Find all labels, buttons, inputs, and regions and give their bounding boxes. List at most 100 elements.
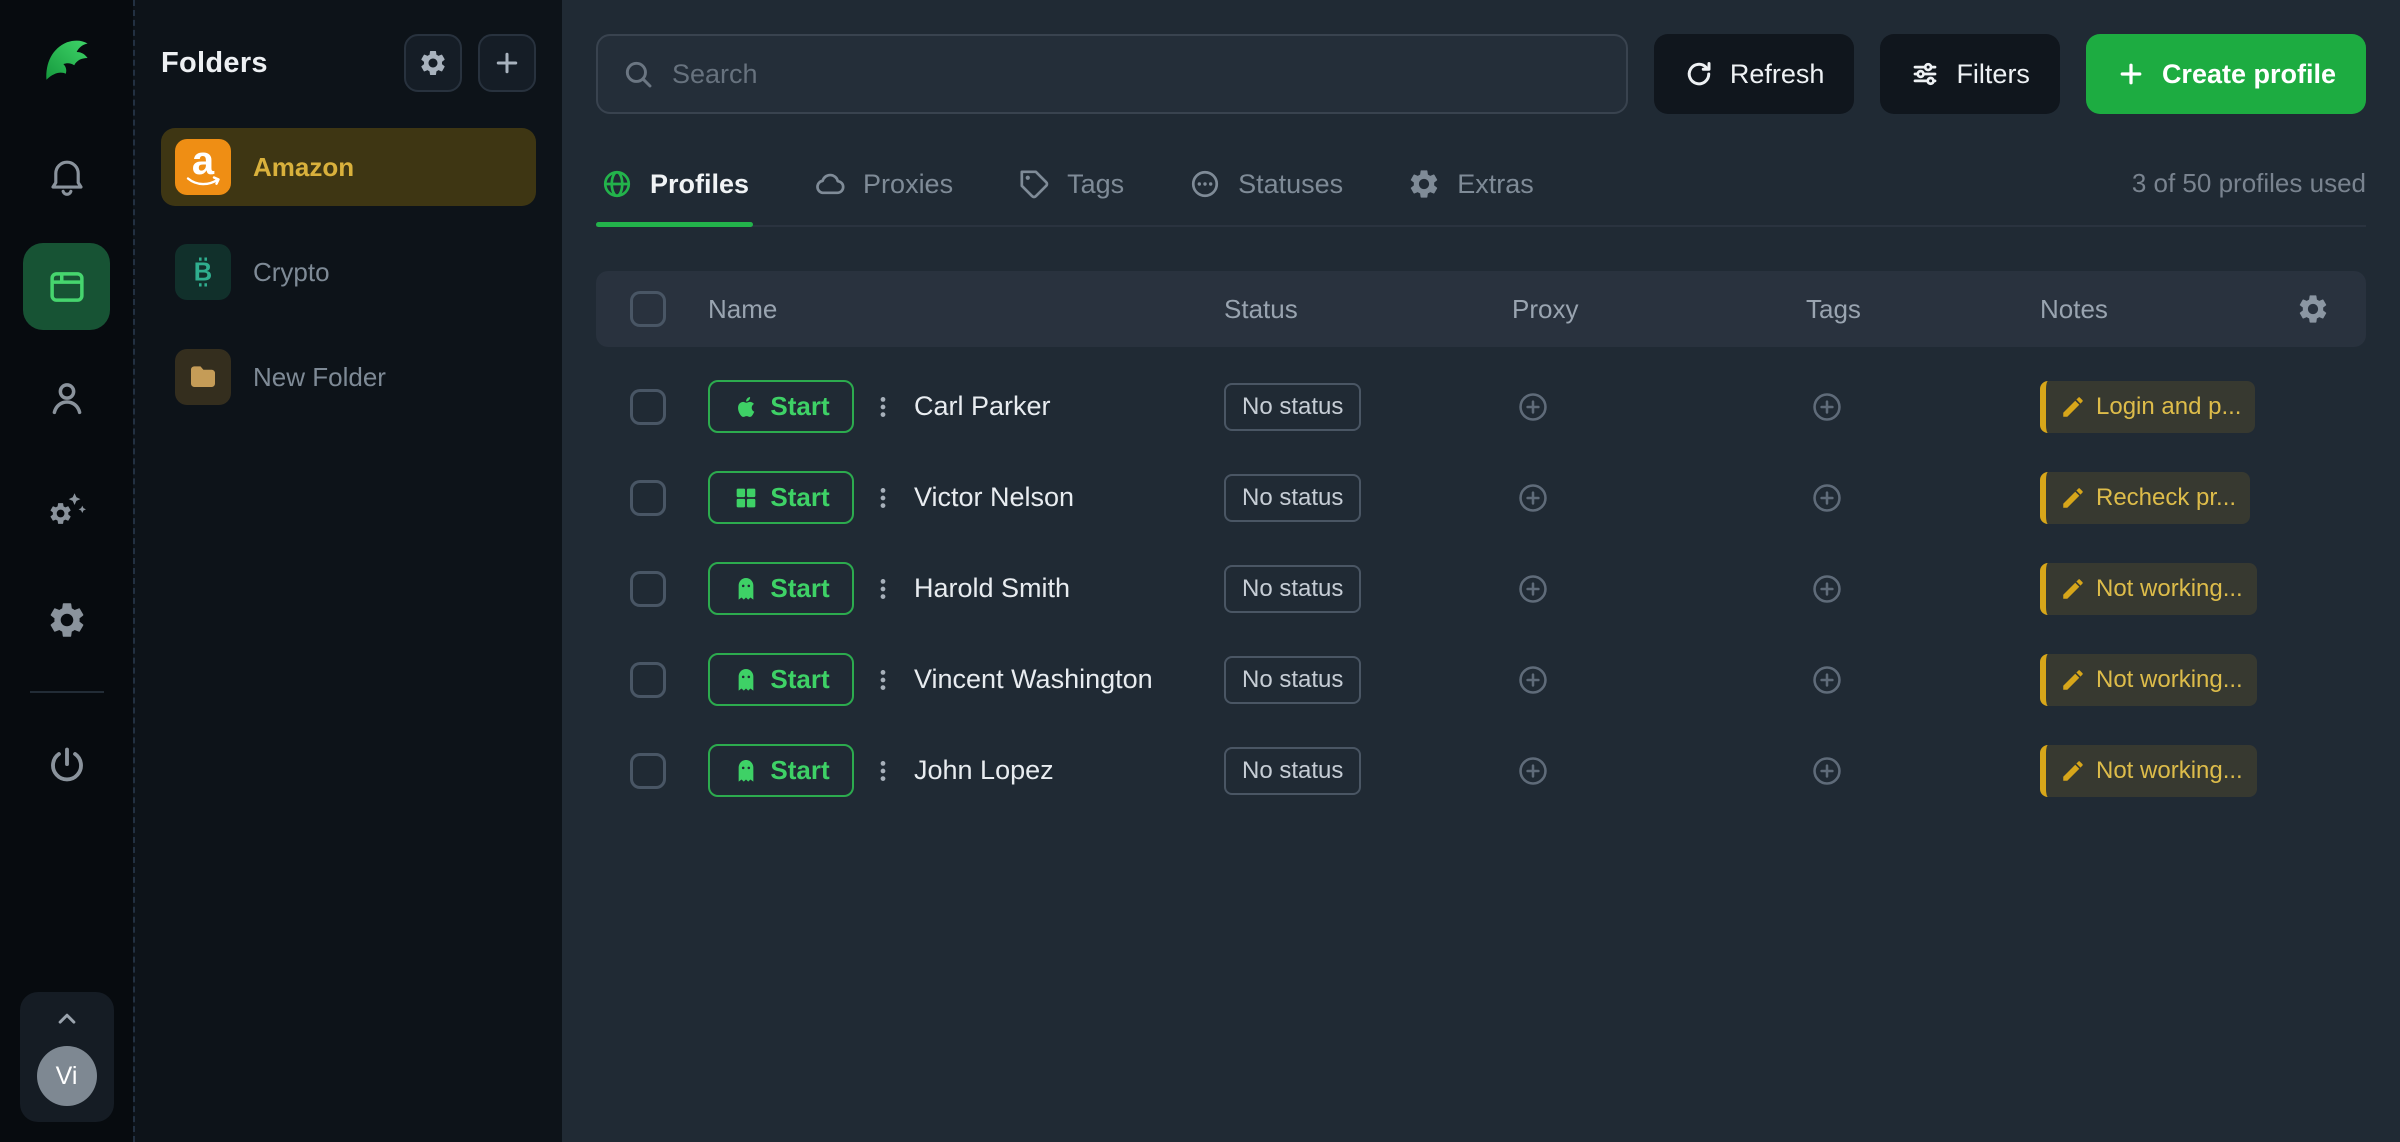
row-menu-button[interactable] <box>870 390 896 424</box>
row-checkbox[interactable] <box>630 389 666 425</box>
add-tag-button[interactable] <box>1810 481 1844 515</box>
tab[interactable]: Proxies <box>809 153 957 225</box>
settings-button[interactable] <box>23 576 110 663</box>
status-badge[interactable]: No status <box>1224 565 1361 613</box>
profile-name[interactable]: John Lopez <box>914 755 1054 786</box>
folder-item[interactable]: a B <box>161 128 536 206</box>
start-button[interactable]: Start <box>708 380 854 433</box>
tab-label: Profiles <box>650 169 749 200</box>
status-badge[interactable]: No status <box>1224 747 1361 795</box>
tab[interactable]: Extras <box>1403 153 1538 225</box>
tab[interactable]: Profiles <box>596 153 753 225</box>
plus-circle-icon <box>1516 663 1550 697</box>
amazon-icon: a <box>175 139 231 195</box>
add-proxy-button[interactable] <box>1516 663 1550 697</box>
select-all-checkbox[interactable] <box>630 291 666 327</box>
table-settings-button[interactable] <box>2296 292 2330 326</box>
start-label: Start <box>770 482 829 513</box>
profile-name[interactable]: Carl Parker <box>914 391 1051 422</box>
start-button[interactable]: Start <box>708 471 854 524</box>
row-menu-button[interactable] <box>870 663 896 697</box>
folder-icon <box>187 361 219 393</box>
add-proxy-button[interactable] <box>1516 481 1550 515</box>
start-button[interactable]: Start <box>708 744 854 797</box>
search-input[interactable] <box>672 59 1602 90</box>
linux-icon <box>732 575 760 603</box>
filters-icon <box>1910 59 1940 89</box>
logout-button[interactable] <box>23 721 110 808</box>
app-logo-icon[interactable] <box>37 28 97 88</box>
create-profile-button[interactable]: Create profile <box>2086 34 2366 114</box>
status-badge[interactable]: No status <box>1224 656 1361 704</box>
notifications-button[interactable] <box>23 132 110 219</box>
row-checkbox[interactable] <box>630 480 666 516</box>
collapse-button[interactable] <box>52 1004 82 1034</box>
folder-item[interactable]: a B <box>161 338 536 416</box>
gear-icon <box>418 48 448 78</box>
row-checkbox[interactable] <box>630 571 666 607</box>
profile-name[interactable]: Victor Nelson <box>914 482 1074 513</box>
status-badge[interactable]: No status <box>1224 474 1361 522</box>
tab[interactable]: Statuses <box>1184 153 1347 225</box>
avatar[interactable]: Vi <box>37 1046 97 1106</box>
macos-icon <box>732 393 760 421</box>
pencil-icon <box>2060 576 2086 602</box>
refresh-icon <box>1684 59 1714 89</box>
note-badge[interactable]: Not working... <box>2040 563 2257 615</box>
row-checkbox[interactable] <box>630 753 666 789</box>
folder-item[interactable]: a B <box>161 233 536 311</box>
status-badge[interactable]: No status <box>1224 383 1361 431</box>
row-menu-button[interactable] <box>870 572 896 606</box>
refresh-button[interactable]: Refresh <box>1654 34 1855 114</box>
folder-list: a B <box>135 128 562 416</box>
browser-profiles-button[interactable] <box>23 243 110 330</box>
row-menu-button[interactable] <box>870 754 896 788</box>
folder-tile: a B <box>175 139 231 195</box>
row-menu-button[interactable] <box>870 481 896 515</box>
profile-name[interactable]: Vincent Washington <box>914 664 1153 695</box>
start-button[interactable]: Start <box>708 562 854 615</box>
row-checkbox[interactable] <box>630 662 666 698</box>
plus-circle-icon <box>1516 572 1550 606</box>
note-badge[interactable]: Not working... <box>2040 745 2257 797</box>
user-area: Vi <box>20 992 114 1122</box>
add-tag-button[interactable] <box>1810 390 1844 424</box>
cloud-icon <box>813 167 847 201</box>
profile-name[interactable]: Harold Smith <box>914 573 1070 604</box>
team-button[interactable] <box>23 354 110 441</box>
bitcoin-icon: B <box>185 254 221 290</box>
filters-button[interactable]: Filters <box>1880 34 2060 114</box>
add-tag-button[interactable] <box>1810 572 1844 606</box>
tab-label: Tags <box>1067 169 1124 200</box>
table-row: Start Carl Parker No status <box>596 361 2366 452</box>
add-proxy-button[interactable] <box>1516 754 1550 788</box>
app-window: Vi Folders a <box>0 0 2400 1142</box>
note-badge[interactable]: Recheck pr... <box>2040 472 2250 524</box>
pencil-icon <box>2060 667 2086 693</box>
start-button[interactable]: Start <box>708 653 854 706</box>
add-tag-button[interactable] <box>1810 663 1844 697</box>
folders-panel: Folders a <box>133 0 562 1142</box>
topbar: Refresh Filters Create profile <box>596 34 2366 114</box>
browser-window-icon <box>46 266 88 308</box>
folders-settings-button[interactable] <box>404 34 462 92</box>
rail-nav <box>23 132 110 808</box>
add-proxy-button[interactable] <box>1516 390 1550 424</box>
globe-icon <box>600 167 634 201</box>
gear-icon <box>1407 167 1441 201</box>
tabs-row: Profiles <box>596 153 2366 227</box>
add-folder-button[interactable] <box>478 34 536 92</box>
folders-header: Folders <box>135 0 562 128</box>
kebab-icon <box>870 481 896 515</box>
gear-icon <box>46 599 88 641</box>
note-badge[interactable]: Login and p... <box>2040 381 2255 433</box>
column-tags: Tags <box>1806 271 2040 347</box>
column-notes: Notes <box>2040 271 2296 347</box>
tab-label: Proxies <box>863 169 953 200</box>
automation-button[interactable] <box>23 465 110 552</box>
note-badge[interactable]: Not working... <box>2040 654 2257 706</box>
tab[interactable]: Tags <box>1013 153 1128 225</box>
add-tag-button[interactable] <box>1810 754 1844 788</box>
add-proxy-button[interactable] <box>1516 572 1550 606</box>
pencil-icon <box>2060 394 2086 420</box>
